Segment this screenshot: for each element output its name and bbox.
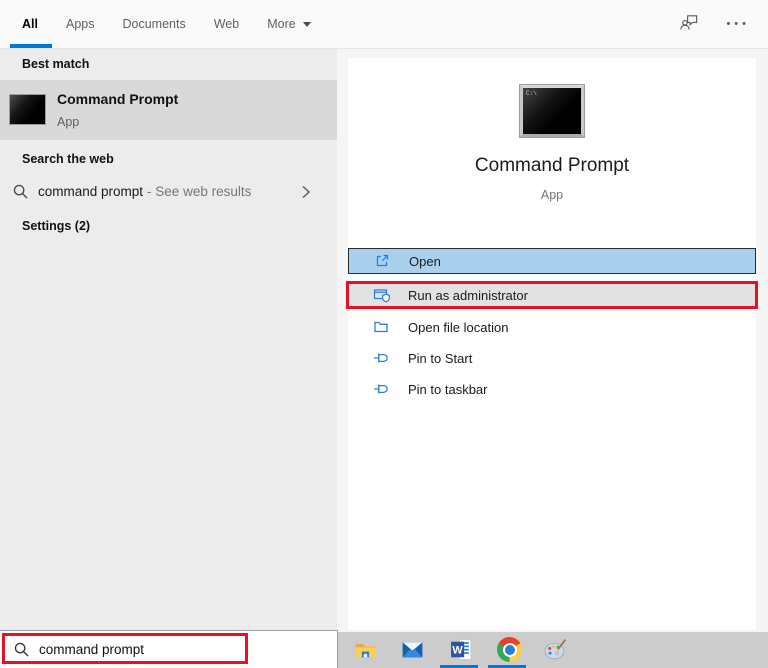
feedback-icon[interactable]	[679, 12, 700, 37]
web-query: command prompt	[38, 184, 143, 199]
taskbar-search-box[interactable]: command prompt	[0, 630, 338, 668]
command-prompt-icon-large: C:\	[520, 85, 584, 137]
action-run-as-admin-label: Run as administrator	[408, 288, 528, 303]
best-match-subtitle: App	[57, 115, 79, 129]
command-prompt-icon	[9, 94, 46, 125]
preview-subtitle: App	[348, 188, 756, 202]
action-pin-to-taskbar-label: Pin to taskbar	[408, 382, 488, 397]
tab-all[interactable]: All	[22, 0, 38, 48]
search-icon	[12, 183, 29, 205]
search-icon	[13, 641, 30, 658]
action-open-file-location[interactable]: Open file location	[348, 314, 756, 340]
more-options-icon[interactable]: •••	[726, 18, 750, 30]
action-pin-to-start-label: Pin to Start	[408, 351, 472, 366]
folder-location-icon	[373, 319, 391, 335]
tab-documents[interactable]: Documents	[122, 0, 185, 48]
action-run-as-administrator[interactable]: Run as administrator	[346, 281, 758, 309]
chevron-right-icon[interactable]	[301, 184, 311, 205]
chevron-down-icon	[303, 22, 311, 27]
tab-more[interactable]: More	[267, 0, 310, 48]
cmd-icon-text: C:\	[526, 90, 537, 97]
action-open[interactable]: Open	[348, 248, 756, 274]
chrome-icon[interactable]	[497, 637, 522, 662]
best-match-result[interactable]: Command Prompt App	[0, 80, 337, 140]
header-actions: •••	[679, 0, 750, 48]
svg-text:W: W	[452, 645, 463, 657]
results-panel: Best match Command Prompt App Search the…	[0, 49, 337, 630]
settings-header: Settings (2)	[22, 219, 90, 233]
action-pin-to-taskbar[interactable]: Pin to taskbar	[348, 376, 756, 402]
run-as-admin-shield-icon	[373, 287, 391, 303]
web-result-text: command prompt - See web results	[38, 184, 251, 199]
tab-apps[interactable]: Apps	[66, 0, 95, 48]
action-open-file-location-label: Open file location	[408, 320, 508, 335]
pin-icon	[373, 350, 391, 366]
web-search-result[interactable]: command prompt - See web results	[0, 176, 337, 208]
preview-title: Command Prompt	[348, 155, 756, 177]
open-icon	[374, 253, 392, 269]
tab-web[interactable]: Web	[214, 0, 239, 48]
pin-icon	[373, 381, 391, 397]
search-input-value[interactable]: command prompt	[39, 642, 144, 657]
action-open-label: Open	[409, 254, 441, 269]
search-filter-bar: All Apps Documents Web More •••	[0, 0, 768, 49]
word-icon[interactable]: W	[449, 637, 474, 662]
file-explorer-icon[interactable]	[353, 637, 378, 662]
best-match-title: Command Prompt	[57, 91, 178, 107]
preview-pane: C:\ Command Prompt App Open Run as admin…	[348, 58, 756, 630]
best-match-header: Best match	[22, 57, 89, 71]
web-suffix: - See web results	[147, 184, 251, 199]
action-pin-to-start[interactable]: Pin to Start	[348, 345, 756, 371]
mail-icon[interactable]	[400, 637, 425, 662]
paint-3d-icon[interactable]	[543, 637, 568, 662]
windows-search-flyout: All Apps Documents Web More ••• Best mat…	[0, 0, 768, 668]
filter-tabs: All Apps Documents Web More	[22, 0, 311, 48]
search-web-header: Search the web	[22, 152, 114, 166]
